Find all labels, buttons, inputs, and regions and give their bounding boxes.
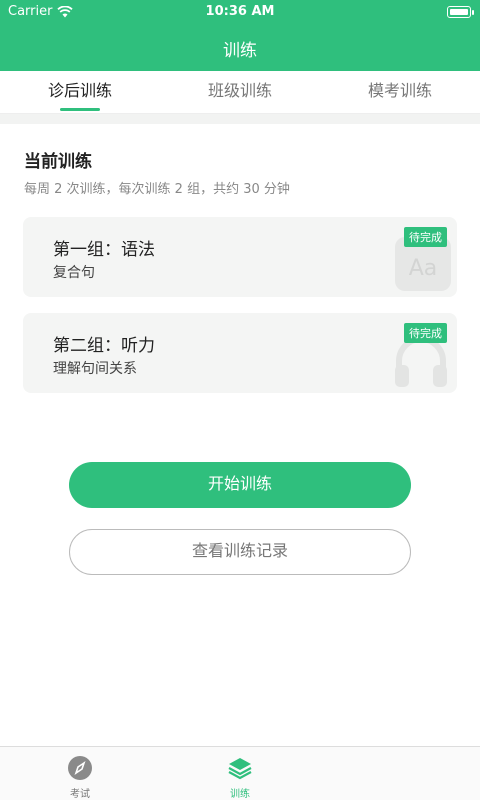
page-title: 训练: [223, 41, 257, 61]
current-training-subtitle: 每周 2 次训练，每次训练 2 组，共约 30 分钟: [24, 182, 290, 197]
training-group-card-grammar[interactable]: 第一组：语法 复合句 待完成 Aa: [23, 217, 457, 297]
tabbar-label: 训练: [230, 789, 250, 800]
card-title: 第二组：听力: [53, 336, 155, 356]
compass-icon: [68, 756, 92, 780]
card-subtitle: 复合句: [53, 265, 95, 281]
tabbar-item-training[interactable]: 训练: [200, 755, 280, 800]
status-badge: 待完成: [404, 227, 447, 247]
tab-mock-exam-training[interactable]: 模考训练: [320, 71, 480, 113]
tab-post-diagnosis-training[interactable]: 诊后训练: [0, 71, 160, 113]
tab-label: 模考训练: [367, 81, 432, 100]
segment-tabs: 诊后训练 班级训练 模考训练: [0, 71, 480, 114]
tab-class-training[interactable]: 班级训练: [160, 71, 320, 113]
tabbar-item-exam[interactable]: 考试: [40, 755, 120, 800]
current-training-title: 当前训练: [24, 152, 92, 172]
tabbar-label: 考试: [70, 789, 90, 800]
start-training-button[interactable]: 开始训练: [69, 462, 411, 508]
status-bar: Carrier 10:36 AM: [0, 0, 480, 24]
tab-label: 班级训练: [207, 81, 272, 100]
status-badge: 待完成: [404, 323, 447, 343]
view-training-history-button[interactable]: 查看训练记录: [69, 529, 411, 575]
status-time: 10:36 AM: [205, 4, 275, 19]
active-tab-indicator: [60, 108, 100, 111]
battery-icon: [447, 6, 474, 18]
bottom-tab-bar: 考试 训练: [0, 746, 480, 800]
card-subtitle: 理解句间关系: [53, 361, 137, 377]
tab-label: 诊后训练: [47, 81, 112, 100]
svg-text:Aa: Aa: [409, 256, 438, 281]
section-divider: [0, 114, 480, 124]
training-group-card-listening[interactable]: 第二组：听力 理解句间关系 待完成: [23, 313, 457, 393]
layers-icon: [228, 758, 252, 780]
top-header: Carrier 10:36 AM 训练: [0, 0, 480, 71]
card-title: 第一组：语法: [53, 240, 155, 260]
